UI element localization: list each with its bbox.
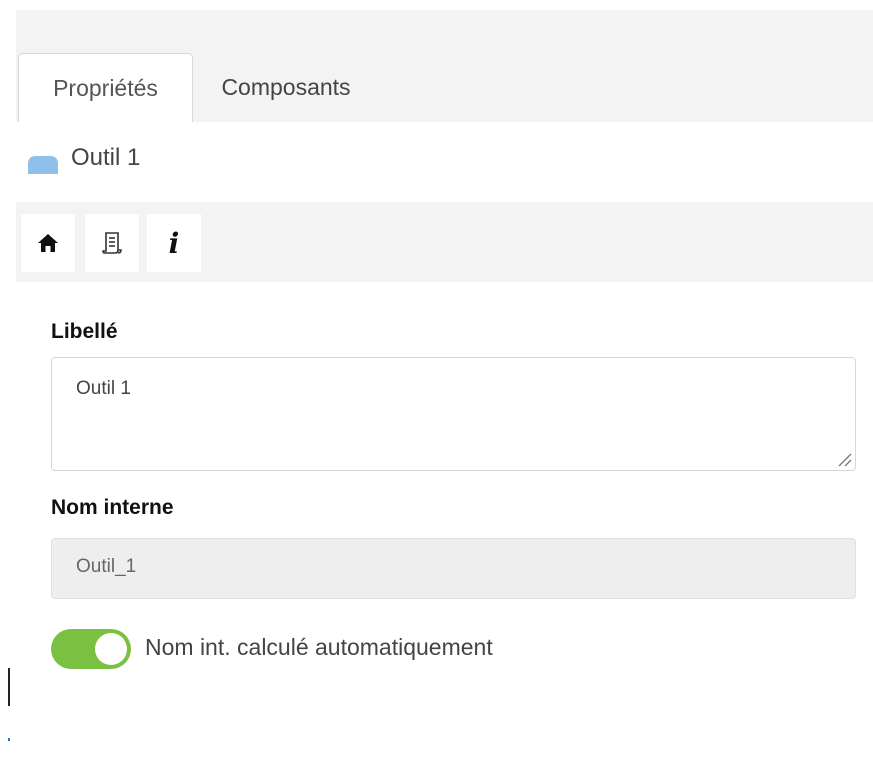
libelle-textarea[interactable]: Outil 1: [51, 357, 856, 471]
auto-name-toggle-label[interactable]: Nom int. calculé automatiquement: [145, 634, 493, 661]
home-icon: [38, 234, 58, 252]
nom-interne-value: Outil_1: [76, 556, 137, 577]
tab-bar: Propriétés Composants: [16, 10, 873, 122]
document-button[interactable]: [85, 214, 139, 272]
home-button[interactable]: [21, 214, 75, 272]
properties-panel: Propriétés Composants Outil 1 i Libellé …: [0, 0, 873, 773]
info-icon: i: [168, 226, 180, 260]
properties-form: Libellé Outil 1 Nom interne Outil_1 Nom …: [16, 282, 873, 773]
resize-handle-icon[interactable]: [836, 451, 852, 467]
nom-interne-field: Outil_1: [51, 538, 856, 599]
libelle-label: Libellé: [51, 320, 118, 343]
tool-object-icon: [28, 156, 58, 174]
edge-dot: [8, 738, 10, 741]
info-button[interactable]: i: [147, 214, 201, 272]
tab-proprietes[interactable]: Propriétés: [18, 53, 193, 122]
libelle-value: Outil 1: [76, 378, 131, 399]
toggle-knob: [95, 633, 127, 665]
nom-interne-label: Nom interne: [51, 496, 174, 519]
auto-name-toggle[interactable]: [51, 629, 131, 669]
document-icon: [102, 232, 122, 254]
tab-composants[interactable]: Composants: [198, 53, 374, 122]
top-strip: [0, 0, 873, 10]
object-header: Outil 1: [16, 122, 873, 202]
edge-marker: [8, 668, 10, 706]
toolbar: i: [16, 202, 873, 282]
object-title: Outil 1: [71, 144, 141, 171]
